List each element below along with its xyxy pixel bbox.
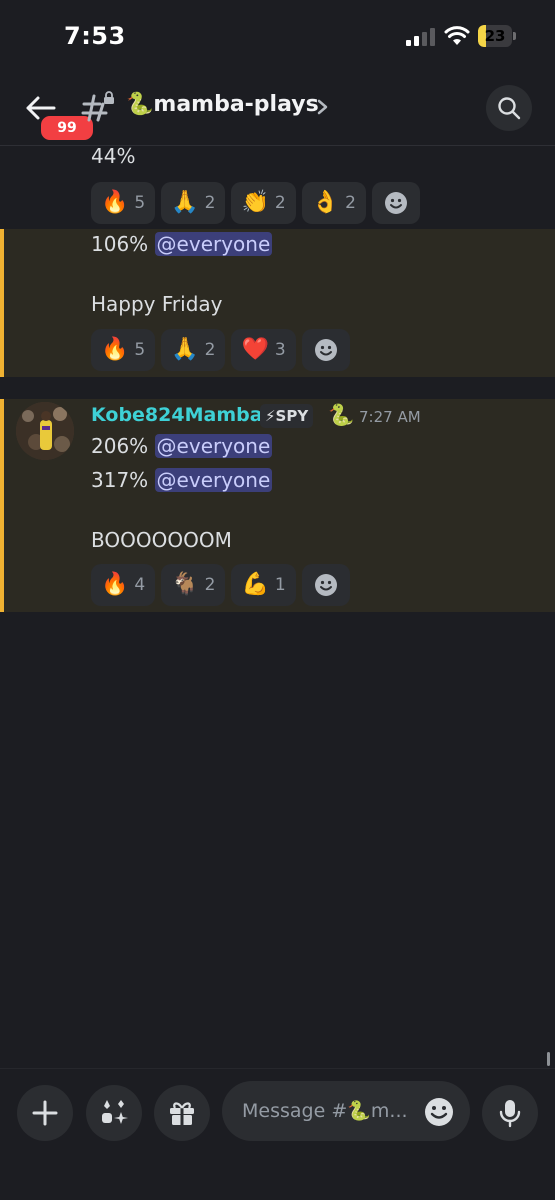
status-time: 7:53 bbox=[64, 22, 126, 50]
reaction-count: 3 bbox=[274, 340, 286, 360]
status-bar: 7:53 23 bbox=[0, 0, 555, 76]
reaction-bar: 🔥 5 🙏 2 ❤️ 3 bbox=[91, 329, 350, 371]
search-button[interactable] bbox=[486, 85, 532, 131]
reaction-pray[interactable]: 🙏 2 bbox=[161, 182, 226, 224]
battery-icon: 23 bbox=[478, 25, 516, 47]
author-emoji: 🐍 bbox=[328, 403, 355, 427]
reaction-count: 2 bbox=[274, 193, 286, 213]
add-reaction-button[interactable] bbox=[301, 564, 350, 606]
gift-button[interactable] bbox=[154, 1085, 210, 1141]
reaction-bar: 🔥 4 🐐 2 💪 1 bbox=[91, 564, 350, 606]
battery-percentage: 23 bbox=[484, 27, 506, 45]
gift-icon bbox=[170, 1102, 194, 1125]
apps-button[interactable] bbox=[86, 1085, 142, 1141]
message-line: 317% @everyone bbox=[91, 468, 273, 492]
microphone-icon bbox=[499, 1100, 521, 1128]
avatar[interactable] bbox=[16, 402, 74, 460]
everyone-mention[interactable]: @everyone bbox=[154, 468, 273, 492]
reaction-count: 2 bbox=[204, 575, 216, 595]
reaction-muscle[interactable]: 💪 1 bbox=[231, 564, 296, 606]
reaction-count: 5 bbox=[134, 340, 146, 360]
heart-emoji: ❤️ bbox=[241, 337, 269, 362]
message-composer bbox=[0, 1068, 555, 1200]
fire-emoji: 🔥 bbox=[101, 572, 129, 597]
reaction-fire[interactable]: 🔥 4 bbox=[91, 564, 156, 606]
channel-header: 99 🐍mamba-plays bbox=[0, 76, 555, 146]
reaction-clap[interactable]: 👏 2 bbox=[231, 182, 296, 224]
author-username[interactable]: Kobe824Mamba bbox=[91, 404, 263, 426]
reaction-fire[interactable]: 🔥 5 bbox=[91, 182, 156, 224]
wifi-icon bbox=[444, 26, 470, 45]
smiley-plus-icon bbox=[314, 339, 337, 361]
role-tag: ⚡SPY bbox=[260, 404, 314, 428]
reaction-goat[interactable]: 🐐 2 bbox=[161, 564, 226, 606]
reaction-bar: 🔥 5 🙏 2 👏 2 👌 2 bbox=[91, 182, 420, 224]
locked-hash-icon bbox=[81, 91, 114, 122]
add-reaction-button[interactable] bbox=[371, 182, 420, 224]
cellular-signal-icon bbox=[406, 26, 436, 46]
reaction-count: 2 bbox=[345, 193, 356, 213]
message-text: Happy Friday bbox=[91, 292, 223, 316]
reaction-fire[interactable]: 🔥 5 bbox=[91, 329, 156, 371]
smiley-plus-icon bbox=[384, 192, 407, 214]
add-reaction-button[interactable] bbox=[301, 329, 350, 371]
message-text: 106% bbox=[91, 232, 149, 256]
message-line: 106% @everyone bbox=[91, 232, 273, 256]
reaction-pray[interactable]: 🙏 2 bbox=[161, 329, 226, 371]
pray-emoji: 🙏 bbox=[171, 337, 199, 362]
message-text: BOOOOOOOM bbox=[91, 528, 232, 552]
message-text: 206% bbox=[91, 434, 149, 458]
fire-emoji: 🔥 bbox=[101, 337, 129, 362]
attach-button[interactable] bbox=[17, 1085, 73, 1141]
pray-emoji: 🙏 bbox=[171, 190, 199, 215]
message-text: 317% bbox=[91, 468, 149, 492]
reaction-count: 4 bbox=[134, 575, 146, 595]
apps-icon bbox=[102, 1100, 128, 1124]
avatar-image bbox=[16, 402, 74, 460]
reaction-count: 5 bbox=[134, 193, 146, 213]
channel-name[interactable]: 🐍mamba-plays bbox=[126, 92, 319, 117]
scrollbar[interactable] bbox=[547, 1052, 550, 1066]
fire-emoji: 🔥 bbox=[101, 190, 129, 215]
reaction-count: 2 bbox=[204, 340, 216, 360]
ok-hand-emoji: 👌 bbox=[311, 190, 340, 215]
reaction-heart[interactable]: ❤️ 3 bbox=[231, 329, 296, 371]
reaction-count: 1 bbox=[274, 575, 286, 595]
smiley-plus-icon bbox=[314, 574, 337, 596]
message-text: 44% bbox=[91, 144, 136, 168]
emoji-icon[interactable] bbox=[422, 1095, 456, 1129]
plus-icon bbox=[32, 1100, 58, 1126]
clap-emoji: 👏 bbox=[241, 190, 269, 215]
muscle-emoji: 💪 bbox=[241, 572, 269, 597]
voice-message-button[interactable] bbox=[482, 1085, 538, 1141]
reaction-count: 2 bbox=[204, 193, 216, 213]
chevron-right-icon[interactable] bbox=[316, 96, 330, 118]
goat-emoji: 🐐 bbox=[171, 572, 199, 597]
everyone-mention[interactable]: @everyone bbox=[154, 434, 273, 458]
reaction-ok[interactable]: 👌 2 bbox=[301, 182, 366, 224]
everyone-mention[interactable]: @everyone bbox=[154, 232, 273, 256]
message-line: 206% @everyone bbox=[91, 434, 273, 458]
message-timestamp: 7:27 AM bbox=[359, 408, 421, 426]
search-icon bbox=[498, 97, 521, 120]
